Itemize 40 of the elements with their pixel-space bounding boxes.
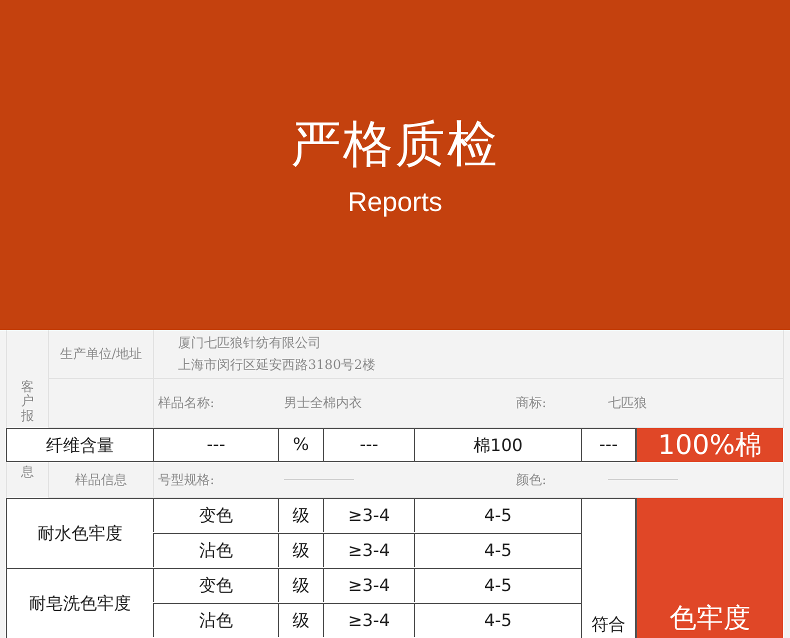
table-cell: ---	[153, 428, 278, 462]
side-label: 息	[21, 466, 34, 480]
table-cell: 沾色	[153, 603, 278, 637]
table-cell: 纤维含量	[6, 428, 153, 462]
field-label: 样品信息	[75, 472, 127, 488]
table-cell: ≥3-4	[323, 568, 414, 602]
table-cell: 级	[278, 498, 323, 532]
table-cell: 4-5	[414, 568, 581, 602]
field-label: 商标:	[516, 395, 548, 412]
table-cell: 级	[278, 533, 323, 567]
table-cell: ---	[581, 428, 636, 462]
table-cell: 4-5	[414, 533, 581, 567]
field-label: 生产单位/地址	[60, 346, 142, 363]
page-title: 严格质检	[291, 114, 499, 175]
table-cell: 级	[278, 568, 323, 602]
highlight-label: 色牢度	[636, 498, 783, 638]
address-text: 厦门七匹狼针纺有限公司	[178, 335, 322, 352]
table-cell: 级	[278, 603, 323, 637]
table-cell: ---	[323, 428, 414, 462]
table-cell: 耐皂洗色牢度	[6, 568, 153, 638]
table-cell: ≥3-4	[323, 498, 414, 532]
table-cell: 耐水色牢度	[6, 498, 153, 568]
table-cell: ≥3-4	[323, 533, 414, 567]
table-cell: 变色	[153, 498, 278, 532]
field-value: 男士全棉内衣	[284, 395, 363, 412]
table-cell: %	[278, 428, 323, 462]
side-label: 客户报	[21, 381, 34, 424]
table-cell: 4-5	[414, 603, 581, 637]
field-label: 样品名称:	[158, 395, 216, 412]
table-cell: 沾色	[153, 533, 278, 567]
table-cell: 棉100	[414, 428, 581, 462]
field-value: 七匹狼	[608, 395, 648, 412]
page-subtitle: Reports	[348, 186, 442, 219]
field-label: 颜色:	[516, 472, 548, 488]
table-cell: 4-5	[414, 498, 581, 532]
field-label: 号型规格:	[158, 472, 216, 488]
address-text: 上海市闵行区延安西路3180号2楼	[178, 357, 376, 374]
table-cell: 变色	[153, 568, 278, 602]
table-cell: ≥3-4	[323, 603, 414, 637]
highlight-label: 100%棉	[636, 428, 783, 462]
